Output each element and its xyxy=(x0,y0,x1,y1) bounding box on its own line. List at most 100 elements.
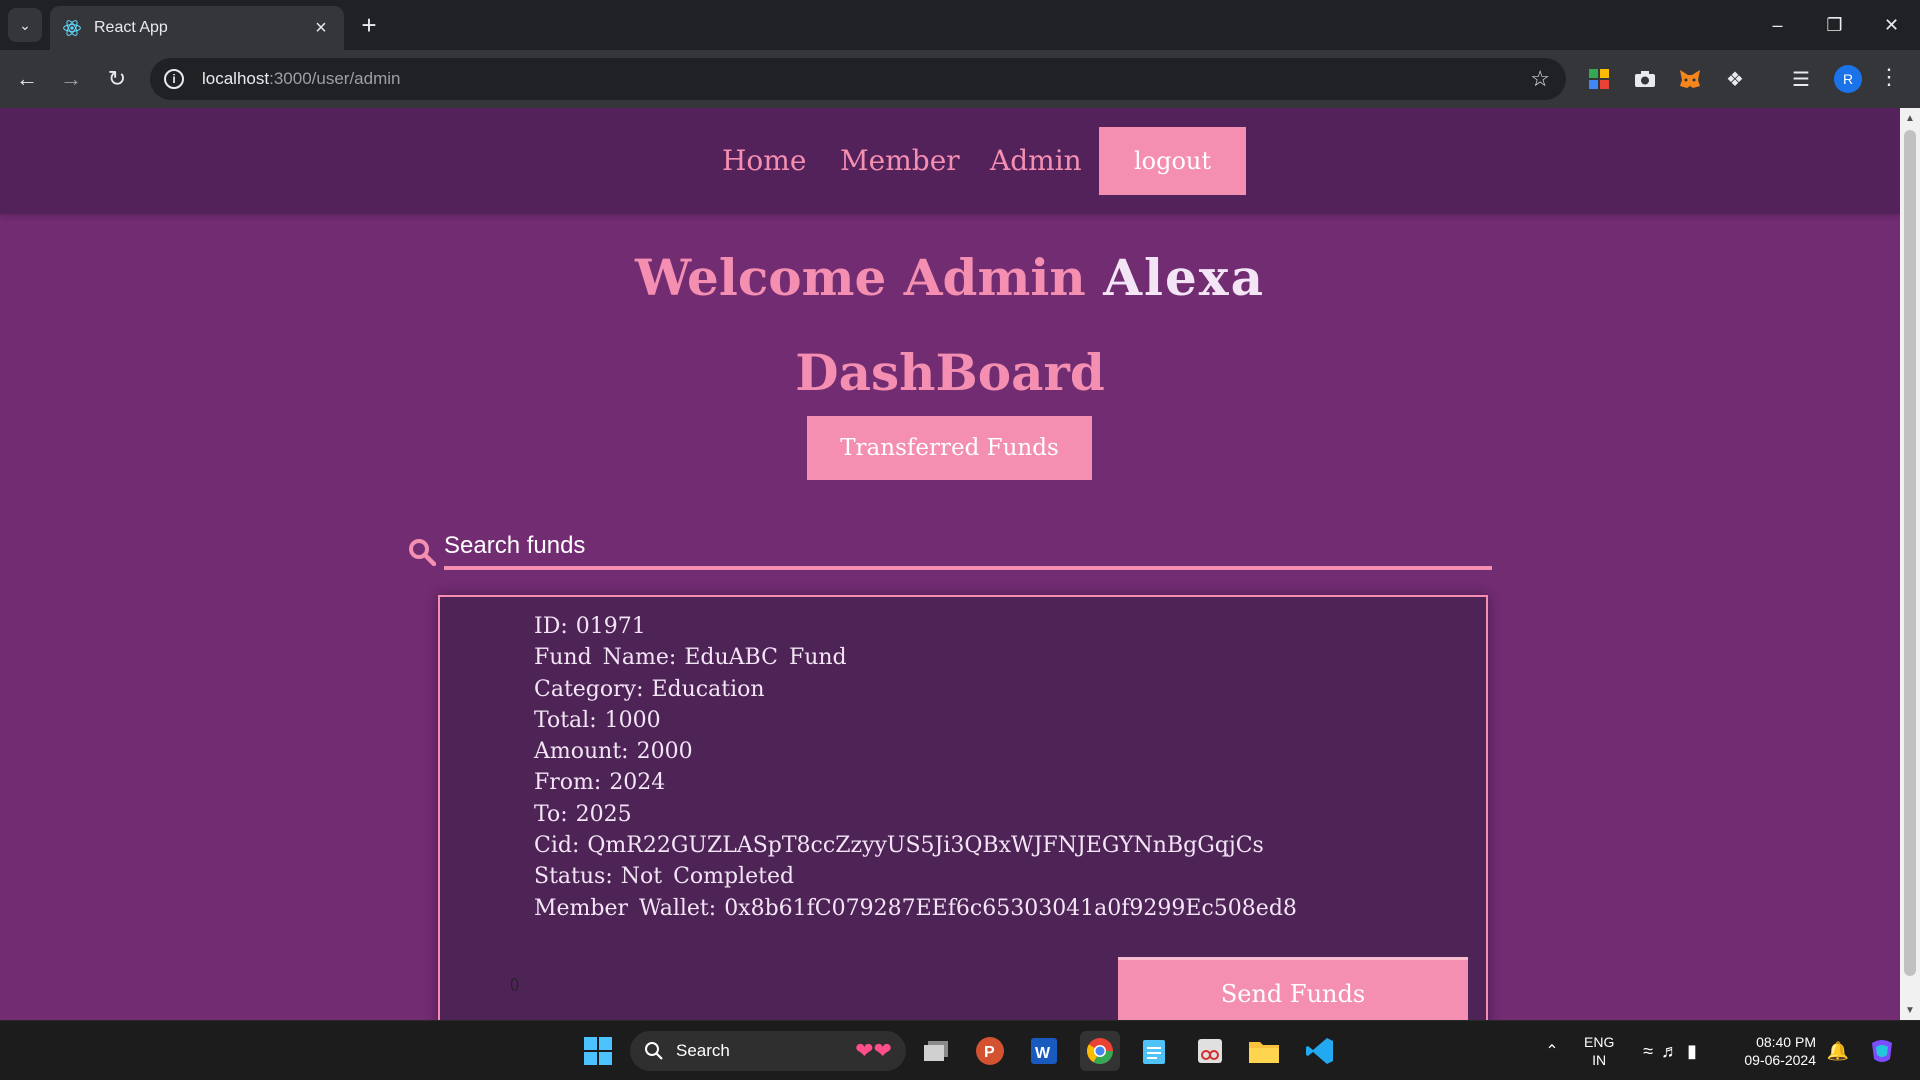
empty-paren-text: () xyxy=(510,975,520,991)
lang-line2: IN xyxy=(1592,1052,1607,1068)
address-bar[interactable]: i localhost :3000/user/admin ☆ xyxy=(150,58,1566,100)
fund-amount-line: Amount: 2000 xyxy=(534,736,1297,767)
tray-chevron-up-icon[interactable]: ⌃ xyxy=(1532,1031,1572,1071)
taskbar-search[interactable]: Search ❤❤ xyxy=(630,1031,906,1071)
search-funds-input[interactable] xyxy=(444,526,1492,570)
react-logo-icon xyxy=(63,20,81,36)
copilot-icon[interactable] xyxy=(1862,1031,1902,1071)
tab-search-chevron-icon[interactable]: ⌄ xyxy=(8,8,42,42)
nav-link-home[interactable]: Home xyxy=(722,144,806,177)
fund-status-line: Status: Not Completed xyxy=(534,861,1297,892)
task-view-icon[interactable] xyxy=(916,1031,956,1071)
chrome-icon[interactable] xyxy=(1080,1031,1120,1071)
site-info-icon[interactable]: i xyxy=(164,69,184,89)
fund-name-value: EduABC Fund xyxy=(684,645,847,671)
scroll-thumb[interactable] xyxy=(1904,130,1916,976)
close-window-icon[interactable]: ✕ xyxy=(1863,0,1920,50)
welcome-prefix: Welcome Admin xyxy=(634,248,1086,307)
taskbar-clock[interactable]: 08:40 PM 09-06-2024 xyxy=(1730,1033,1816,1069)
tray-network-volume-battery[interactable]: ≈ ♬ ▮ xyxy=(1630,1031,1710,1071)
reload-icon[interactable]: ↻ xyxy=(98,60,136,98)
taskbar-search-icon xyxy=(645,1042,663,1060)
volume-icon: ♬ xyxy=(1660,1040,1679,1061)
fund-total-label: Total: xyxy=(534,707,597,733)
search-highlight-hearts-icon: ❤❤ xyxy=(855,1038,892,1063)
notepad-icon[interactable] xyxy=(1134,1031,1174,1071)
new-tab-plus-icon[interactable]: + xyxy=(352,8,386,42)
fund-status-label: Status: xyxy=(534,864,613,890)
fund-to-line: To: 2025 xyxy=(534,799,1297,830)
snipping-tool-icon[interactable] xyxy=(1190,1031,1230,1071)
fund-category-line: Category: Education xyxy=(534,674,1297,705)
vscode-icon[interactable] xyxy=(1300,1031,1340,1071)
clock-time: 08:40 PM xyxy=(1756,1034,1816,1050)
wifi-icon: ≈ xyxy=(1643,1040,1653,1061)
fund-to-label: To: xyxy=(534,801,568,827)
file-explorer-icon[interactable] xyxy=(1244,1031,1284,1071)
fund-name-line: Fund Name: EduABC Fund xyxy=(534,642,1297,673)
fund-from-line: From: 2024 xyxy=(534,767,1297,798)
welcome-admin-name: Alexa xyxy=(1103,248,1266,307)
forward-arrow-icon[interactable]: → xyxy=(52,60,90,98)
window-controls: – ❐ ✕ xyxy=(1749,0,1920,50)
lang-line1: ENG xyxy=(1584,1034,1615,1050)
page-scrollbar[interactable]: ▲ ▼ xyxy=(1900,108,1920,1020)
send-funds-button[interactable]: Send Funds xyxy=(1118,957,1468,1020)
notification-bell-icon[interactable]: 🔔 xyxy=(1818,1031,1858,1071)
fund-amount-value: 2000 xyxy=(636,739,693,765)
logout-button[interactable]: logout xyxy=(1099,127,1246,195)
transferred-funds-button[interactable]: Transferred Funds xyxy=(807,416,1092,480)
tab-close-icon[interactable]: × xyxy=(310,17,332,40)
taskbar-search-label: Search xyxy=(676,1041,730,1060)
language-indicator[interactable]: ENG IN xyxy=(1584,1033,1614,1069)
minimize-icon[interactable]: – xyxy=(1749,0,1806,50)
search-bar xyxy=(406,526,1492,578)
tab-title: React App xyxy=(94,19,168,36)
fund-wallet-line: Member Wallet: 0x8b61fC079287EEf6c6530304… xyxy=(534,893,1297,924)
clock-date: 09-06-2024 xyxy=(1744,1052,1816,1068)
nav-link-admin[interactable]: Admin xyxy=(990,144,1082,177)
media-control-icon[interactable]: ☰ xyxy=(1786,64,1816,94)
fund-cid-line: Cid: QmR22GUZLASpT8ccZzyyUS5Ji3QBxWJFNJEG… xyxy=(534,830,1297,861)
browser-tabstrip: ⌄ React App × + – ❐ ✕ xyxy=(0,0,1920,50)
battery-icon: ▮ xyxy=(1686,1040,1697,1061)
fund-wallet-label: Member Wallet: xyxy=(534,895,717,921)
app-navbar: Home Member Admin logout xyxy=(0,108,1900,214)
fund-card: ID: 01971 Fund Name: EduABC Fund Category:… xyxy=(438,595,1488,1020)
metamask-fox-icon[interactable] xyxy=(1675,64,1705,94)
fund-category-value: Education xyxy=(651,676,765,702)
fund-id-label: ID: xyxy=(534,614,568,639)
extension-grid-icon[interactable] xyxy=(1584,64,1614,94)
profile-avatar[interactable]: R xyxy=(1834,65,1862,93)
fund-wallet-value: 0x8b61fC079287EEf6c65303041a0f9299Ec508e… xyxy=(724,895,1297,921)
url-path: :3000/user/admin xyxy=(269,69,401,88)
fund-to-value: 2025 xyxy=(575,801,632,827)
windows-start-icon[interactable] xyxy=(578,1031,618,1071)
fund-total-line: Total: 1000 xyxy=(534,705,1297,736)
fund-cid-label: Cid: xyxy=(534,833,580,859)
back-arrow-icon[interactable]: ← xyxy=(8,60,46,98)
fund-status-value: Not Completed xyxy=(620,864,795,890)
scroll-up-arrow-icon[interactable]: ▲ xyxy=(1900,108,1920,128)
welcome-heading: Welcome Admin Alexa xyxy=(0,248,1900,307)
fund-category-label: Category: xyxy=(534,676,644,702)
extensions-puzzle-icon[interactable]: ❖ xyxy=(1720,64,1750,94)
fund-total-value: 1000 xyxy=(604,707,661,733)
word-icon[interactable]: W xyxy=(1024,1031,1064,1071)
bookmark-star-icon[interactable]: ☆ xyxy=(1530,66,1550,92)
fund-name-label: Fund Name: xyxy=(534,645,677,671)
camera-icon[interactable] xyxy=(1630,64,1660,94)
page-viewport: Home Member Admin logout Welcome Admin A… xyxy=(0,108,1900,1020)
svg-text:W: W xyxy=(1035,1045,1051,1062)
fund-details: ID: 01971 Fund Name: EduABC Fund Category:… xyxy=(534,611,1297,924)
browser-tab[interactable]: React App × xyxy=(50,6,344,50)
nav-link-member[interactable]: Member xyxy=(840,144,960,177)
scroll-down-arrow-icon[interactable]: ▼ xyxy=(1900,1000,1920,1020)
fund-id-line: ID: 01971 xyxy=(534,611,1297,642)
powerpoint-icon[interactable]: P xyxy=(970,1031,1010,1071)
search-icon xyxy=(409,539,436,566)
svg-text:P: P xyxy=(984,1044,995,1061)
restore-icon[interactable]: ❐ xyxy=(1806,0,1863,50)
fund-from-value: 2024 xyxy=(609,770,666,796)
more-options-icon[interactable]: ⋮ xyxy=(1878,64,1900,90)
